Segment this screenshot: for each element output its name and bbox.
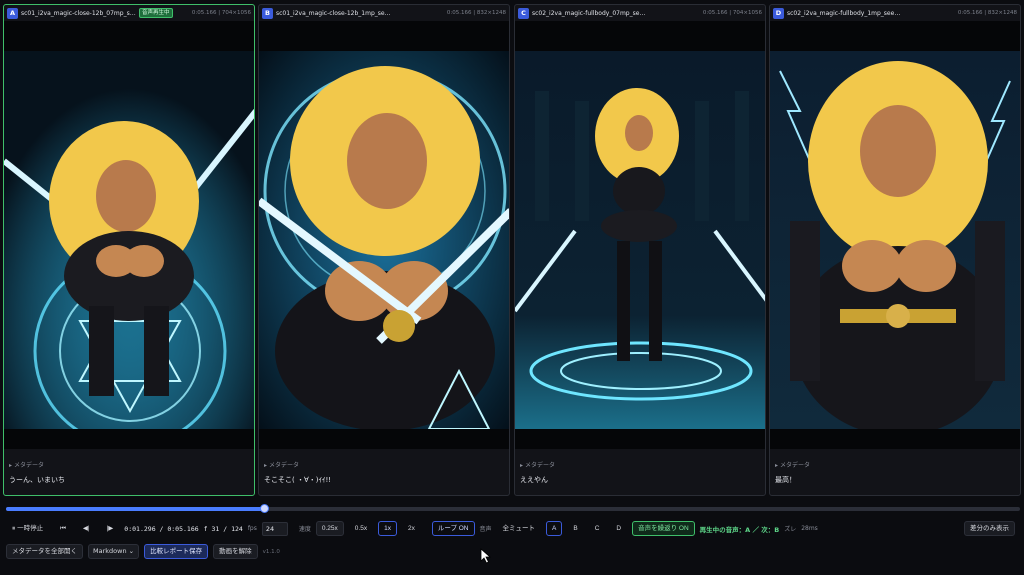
pause-button[interactable]: ⏸ 一時停止 — [6, 521, 49, 536]
pane-filename: sc02_i2va_magic-fullbody_07mp_seed202609… — [532, 9, 647, 17]
video-frame[interactable] — [770, 21, 1020, 449]
pane-duration: 0:05.166 — [191, 10, 217, 16]
diff-only-button[interactable]: 差分のみ表示 — [964, 521, 1015, 536]
seek-bar[interactable] — [6, 504, 1020, 513]
loop-toggle[interactable]: ループ ON — [431, 521, 475, 536]
audio-playing-badge: 音声再生中 — [139, 8, 173, 18]
transport-row: ⏸ 一時停止 ⏮ ◀| |▶ 0:01.296 / 0:05.166 f 31 … — [6, 521, 818, 536]
drift-label: ズレ — [784, 526, 797, 533]
meta-note[interactable]: ええやん — [520, 475, 548, 485]
meta-header[interactable]: メタデータ — [525, 462, 555, 469]
control-bar — [0, 500, 1024, 575]
pane-header: D sc02_i2va_magic-fullbody_1mp_seed20260… — [770, 5, 1020, 21]
pane-letter-badge: B — [262, 7, 273, 19]
video-frame[interactable] — [259, 21, 509, 449]
pane-header: B sc01_i2va_magic-close-12b_1mp_seed2026… — [259, 5, 509, 21]
video-pane-c[interactable]: C sc02_i2va_magic-fullbody_07mp_seed2026… — [514, 4, 766, 496]
frame-counter: f 31 / 124 — [203, 524, 243, 533]
seek-progress — [6, 507, 264, 511]
skip-start-button[interactable]: ⏮ — [54, 521, 72, 536]
speed-2-button[interactable]: 2x — [402, 521, 421, 536]
video-grid: A sc01_i2va_magic-close-12b_07mp_seed2..… — [0, 0, 1024, 500]
time-total: 0:05.166 — [167, 524, 199, 533]
meta-note[interactable]: 最高！ — [775, 475, 796, 485]
meta-note[interactable]: そこそこ( ・∀・)ｲｲ!! — [264, 475, 331, 485]
video-image — [770, 51, 1020, 429]
step-back-button[interactable]: ◀| — [77, 521, 96, 536]
pane-letter-badge: D — [773, 7, 784, 19]
now-playing-audio: 再生中の音声：A ／ 次：B — [699, 525, 780, 534]
speed-1-button[interactable]: 1x — [378, 521, 397, 536]
meta-toggle-icon[interactable]: ▸ — [9, 462, 12, 469]
speed-label: 速度 — [298, 526, 311, 533]
pane-filename: sc02_i2va_magic-fullbody_1mp_seed2026090… — [787, 9, 902, 17]
footer-row: メタデータを全部開く Markdown ⌄ 比較レポート保存 動画を解除 v1.… — [6, 544, 280, 559]
open-all-meta-button[interactable]: メタデータを全部開く — [6, 544, 83, 559]
pane-letter-badge: C — [518, 7, 529, 19]
pause-icon: ⏸ — [12, 525, 16, 532]
pane-resolution: 832×1248 — [987, 10, 1017, 16]
pane-resolution: 704×1056 — [221, 10, 251, 16]
audio-source-a[interactable]: A — [546, 521, 563, 536]
audio-loop-toggle[interactable]: 音声を繰返り ON — [632, 521, 695, 536]
meta-note[interactable]: うーん、いまいち — [9, 475, 65, 485]
meta-toggle-icon[interactable]: ▸ — [775, 462, 778, 469]
video-image — [259, 51, 509, 429]
audio-source-b[interactable]: B — [567, 521, 583, 536]
drift-value: 28ms — [801, 525, 818, 532]
mute-all-button[interactable]: 全ミュート — [497, 521, 542, 536]
version-label: v1.1.0 — [262, 548, 280, 555]
pane-header: C sc02_i2va_magic-fullbody_07mp_seed2026… — [515, 5, 765, 21]
audio-source-c[interactable]: C — [589, 521, 606, 536]
step-forward-icon: |▶ — [106, 525, 114, 532]
video-image — [4, 51, 254, 429]
time-current: 0:01.296 — [124, 524, 156, 533]
meta-header[interactable]: メタデータ — [269, 462, 299, 469]
pane-header: A sc01_i2va_magic-close-12b_07mp_seed2..… — [4, 5, 254, 21]
fps-input[interactable]: 24 — [261, 521, 288, 536]
speed-025-button[interactable]: 0.25x — [315, 521, 344, 536]
pane-resolution: 832×1248 — [476, 10, 506, 16]
pane-filename: sc01_i2va_magic-close-12b_07mp_seed2... — [21, 9, 136, 17]
pane-filename: sc01_i2va_magic-close-12b_1mp_seed202609… — [276, 9, 391, 17]
meta-toggle-icon[interactable]: ▸ — [264, 462, 267, 469]
save-report-button[interactable]: 比較レポート保存 — [144, 544, 209, 559]
skip-start-icon: ⏮ — [60, 525, 66, 532]
pane-duration: 0:05.166 — [957, 10, 983, 16]
pane-resolution: 704×1056 — [732, 10, 762, 16]
pane-letter-badge: A — [7, 7, 18, 19]
step-forward-button[interactable]: |▶ — [101, 521, 120, 536]
seek-handle[interactable] — [259, 504, 269, 513]
meta-toggle-icon[interactable]: ▸ — [520, 462, 523, 469]
meta-header[interactable]: メタデータ — [780, 462, 810, 469]
format-select[interactable]: Markdown ⌄ — [88, 544, 140, 559]
audio-label: 音声 — [479, 526, 492, 533]
video-pane-d[interactable]: D sc02_i2va_magic-fullbody_1mp_seed20260… — [769, 4, 1021, 496]
pane-duration: 0:05.166 — [446, 10, 472, 16]
chevron-down-icon: ⌄ — [128, 547, 135, 555]
mouse-cursor-icon — [480, 548, 492, 564]
pane-duration: 0:05.166 — [702, 10, 728, 16]
step-back-icon: ◀| — [82, 525, 90, 532]
meta-header[interactable]: メタデータ — [14, 462, 44, 469]
video-pane-b[interactable]: B sc01_i2va_magic-close-12b_1mp_seed2026… — [258, 4, 510, 496]
video-pane-a[interactable]: A sc01_i2va_magic-close-12b_07mp_seed2..… — [3, 4, 255, 496]
fps-label: fps — [247, 525, 257, 532]
speed-05-button[interactable]: 0.5x — [349, 521, 373, 536]
audio-source-d[interactable]: D — [610, 521, 627, 536]
video-frame[interactable] — [515, 21, 765, 449]
video-image — [515, 51, 765, 429]
unload-videos-button[interactable]: 動画を解除 — [213, 544, 258, 559]
video-frame[interactable] — [4, 21, 254, 449]
